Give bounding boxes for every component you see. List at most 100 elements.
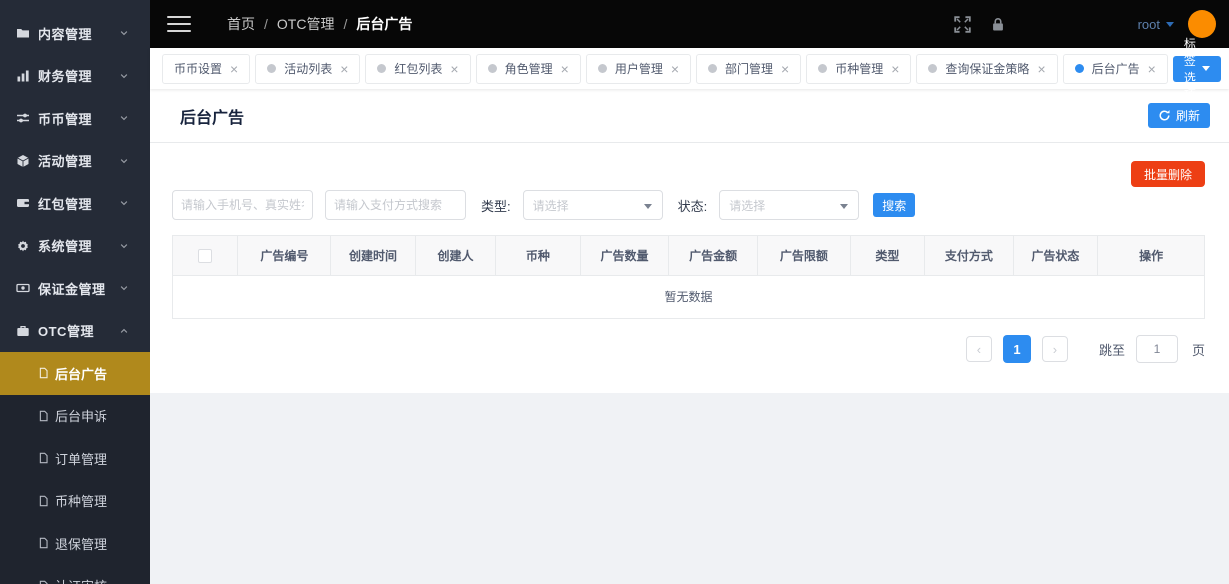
folder-icon (17, 29, 29, 38)
submenu-item-label: 币种管理 (55, 494, 108, 510)
otc-submenu: 后台广告 后台申诉 订单管理 币种管理 退保管理 认证审核 (0, 352, 150, 584)
sidebar-item-activity-mgmt[interactable]: 活动管理 (0, 140, 150, 183)
ads-table: 广告编号 创建时间 创建人 币种 广告数量 广告金额 广告限额 类型 支付方式 … (172, 235, 1205, 319)
column-header-payment-method: 支付方式 (924, 236, 1014, 276)
column-header-actions: 操作 (1097, 236, 1204, 276)
main-area: 首页 / OTC管理 / 后台广告 root 币币设置 × 活动列表 × 红包列… (150, 0, 1229, 584)
submenu-item-verification[interactable]: 认证审核 (0, 565, 150, 584)
jump-page-input[interactable] (1135, 335, 1178, 363)
file-icon (39, 410, 48, 422)
hamburger-menu-icon[interactable] (167, 11, 191, 37)
tab-margin-policy-query[interactable]: 查询保证金策略 × (916, 53, 1058, 84)
tab-user-mgmt[interactable]: 用户管理 × (585, 53, 692, 84)
sidebar-item-system-mgmt[interactable]: 系统管理 (0, 225, 150, 268)
type-select[interactable]: 请选择 (522, 190, 663, 220)
sidebar-item-content-mgmt[interactable]: 内容管理 (0, 12, 150, 55)
sidebar-item-otc-mgmt[interactable]: OTC管理 (0, 310, 150, 353)
close-icon[interactable]: × (781, 62, 789, 76)
type-filter-label: 类型: (481, 198, 511, 214)
chevron-down-icon (120, 286, 128, 291)
close-icon[interactable]: × (1148, 62, 1156, 76)
tab-label: 查询保证金策略 (945, 62, 1030, 76)
payment-method-search-input[interactable] (325, 190, 466, 220)
tab-dot-icon (708, 64, 718, 73)
column-header-creator: 创建人 (415, 236, 497, 276)
phone-name-search-input[interactable] (172, 190, 313, 220)
submenu-item-backend-ads[interactable]: 后台广告 (0, 352, 150, 395)
briefcase-icon (17, 325, 29, 336)
file-icon (39, 452, 48, 464)
tab-label: 用户管理 (614, 62, 663, 76)
submenu-item-label: 订单管理 (55, 451, 108, 467)
fullscreen-icon[interactable] (953, 15, 971, 33)
tab-department-mgmt[interactable]: 部门管理 × (696, 53, 802, 84)
search-button[interactable]: 搜索 (873, 193, 916, 217)
tab-coin-settings[interactable]: 币币设置 × (162, 53, 251, 84)
sidebar-item-finance-mgmt[interactable]: 财务管理 (0, 55, 150, 98)
tag-options-button[interactable]: 标签选项 (1172, 37, 1221, 102)
title-bar: 后台广告 刷新 (150, 89, 1229, 143)
file-icon (39, 580, 48, 584)
tab-label: 后台广告 (1091, 62, 1140, 76)
lock-icon[interactable] (990, 16, 1006, 33)
next-page-button[interactable]: › (1041, 336, 1068, 362)
breadcrumb-section[interactable]: OTC管理 (277, 14, 335, 34)
breadcrumb-separator: / (264, 16, 268, 32)
wallet-icon (17, 199, 29, 208)
sidebar-item-coin-mgmt[interactable]: 币币管理 (0, 97, 150, 140)
content-panel: 批量删除 类型: 请选择 状态: 请选择 搜索 (150, 143, 1229, 393)
page-unit-label: 页 (1191, 342, 1205, 358)
sidebar-item-redpacket-mgmt[interactable]: 红包管理 (0, 182, 150, 225)
prev-page-button[interactable]: ‹ (965, 336, 992, 362)
submenu-item-currency-mgmt[interactable]: 币种管理 (0, 480, 150, 523)
close-icon[interactable]: × (450, 62, 458, 76)
tab-dot-icon (1074, 64, 1084, 73)
sliders-icon (17, 113, 29, 123)
tab-label: 红包列表 (394, 62, 443, 76)
submenu-item-order-mgmt[interactable]: 订单管理 (0, 437, 150, 480)
tab-dot-icon (928, 64, 938, 73)
close-icon[interactable]: × (891, 62, 899, 76)
column-header-ad-status: 广告状态 (1013, 236, 1099, 276)
user-menu[interactable]: root (1138, 17, 1174, 32)
tab-activity-list[interactable]: 活动列表 × (255, 53, 361, 84)
banknote-icon (16, 284, 30, 293)
tab-currency-mgmt[interactable]: 币种管理 × (806, 53, 912, 84)
file-icon (39, 495, 48, 507)
bulk-delete-button[interactable]: 批量删除 (1130, 161, 1205, 187)
close-icon[interactable]: × (1037, 62, 1045, 76)
tab-redpacket-list[interactable]: 红包列表 × (365, 53, 471, 84)
tab-dot-icon (377, 64, 387, 73)
cube-icon (17, 154, 29, 167)
breadcrumb-separator: / (343, 16, 348, 32)
chevron-down-icon (120, 158, 128, 163)
chevron-down-icon (120, 31, 128, 36)
filter-bar: 类型: 请选择 状态: 请选择 搜索 (172, 190, 1205, 220)
close-icon[interactable]: × (561, 62, 569, 76)
tab-label: 币币设置 (174, 62, 223, 76)
chevron-down-icon (120, 201, 128, 206)
select-all-checkbox[interactable] (198, 248, 213, 263)
file-icon (39, 367, 48, 379)
gear-icon (17, 240, 29, 252)
column-header-currency: 币种 (495, 236, 581, 276)
page-1-button[interactable]: 1 (1002, 335, 1031, 363)
file-icon (39, 537, 48, 549)
close-icon[interactable]: × (340, 62, 348, 76)
submenu-item-backend-appeals[interactable]: 后台申诉 (0, 395, 150, 438)
breadcrumb-home[interactable]: 首页 (227, 14, 255, 34)
breadcrumb: 首页 / OTC管理 / 后台广告 (227, 14, 412, 34)
status-select[interactable]: 请选择 (719, 190, 860, 220)
tab-strip: 币币设置 × 活动列表 × 红包列表 × 角色管理 × 用户管理 × 部门管理 … (150, 37, 1229, 102)
tab-role-mgmt[interactable]: 角色管理 × (475, 53, 581, 84)
close-icon[interactable]: × (230, 62, 238, 76)
tab-label: 活动列表 (284, 62, 333, 76)
sidebar-item-label: 系统管理 (38, 239, 93, 255)
chevron-down-icon (120, 116, 128, 121)
column-header-ad-limit: 广告限额 (757, 236, 851, 276)
refresh-button[interactable]: 刷新 (1147, 103, 1210, 128)
sidebar-item-margin-mgmt[interactable]: 保证金管理 (0, 267, 150, 310)
close-icon[interactable]: × (671, 62, 679, 76)
submenu-item-refund-mgmt[interactable]: 退保管理 (0, 522, 150, 565)
tab-backend-ads[interactable]: 后台广告 × (1062, 53, 1168, 84)
